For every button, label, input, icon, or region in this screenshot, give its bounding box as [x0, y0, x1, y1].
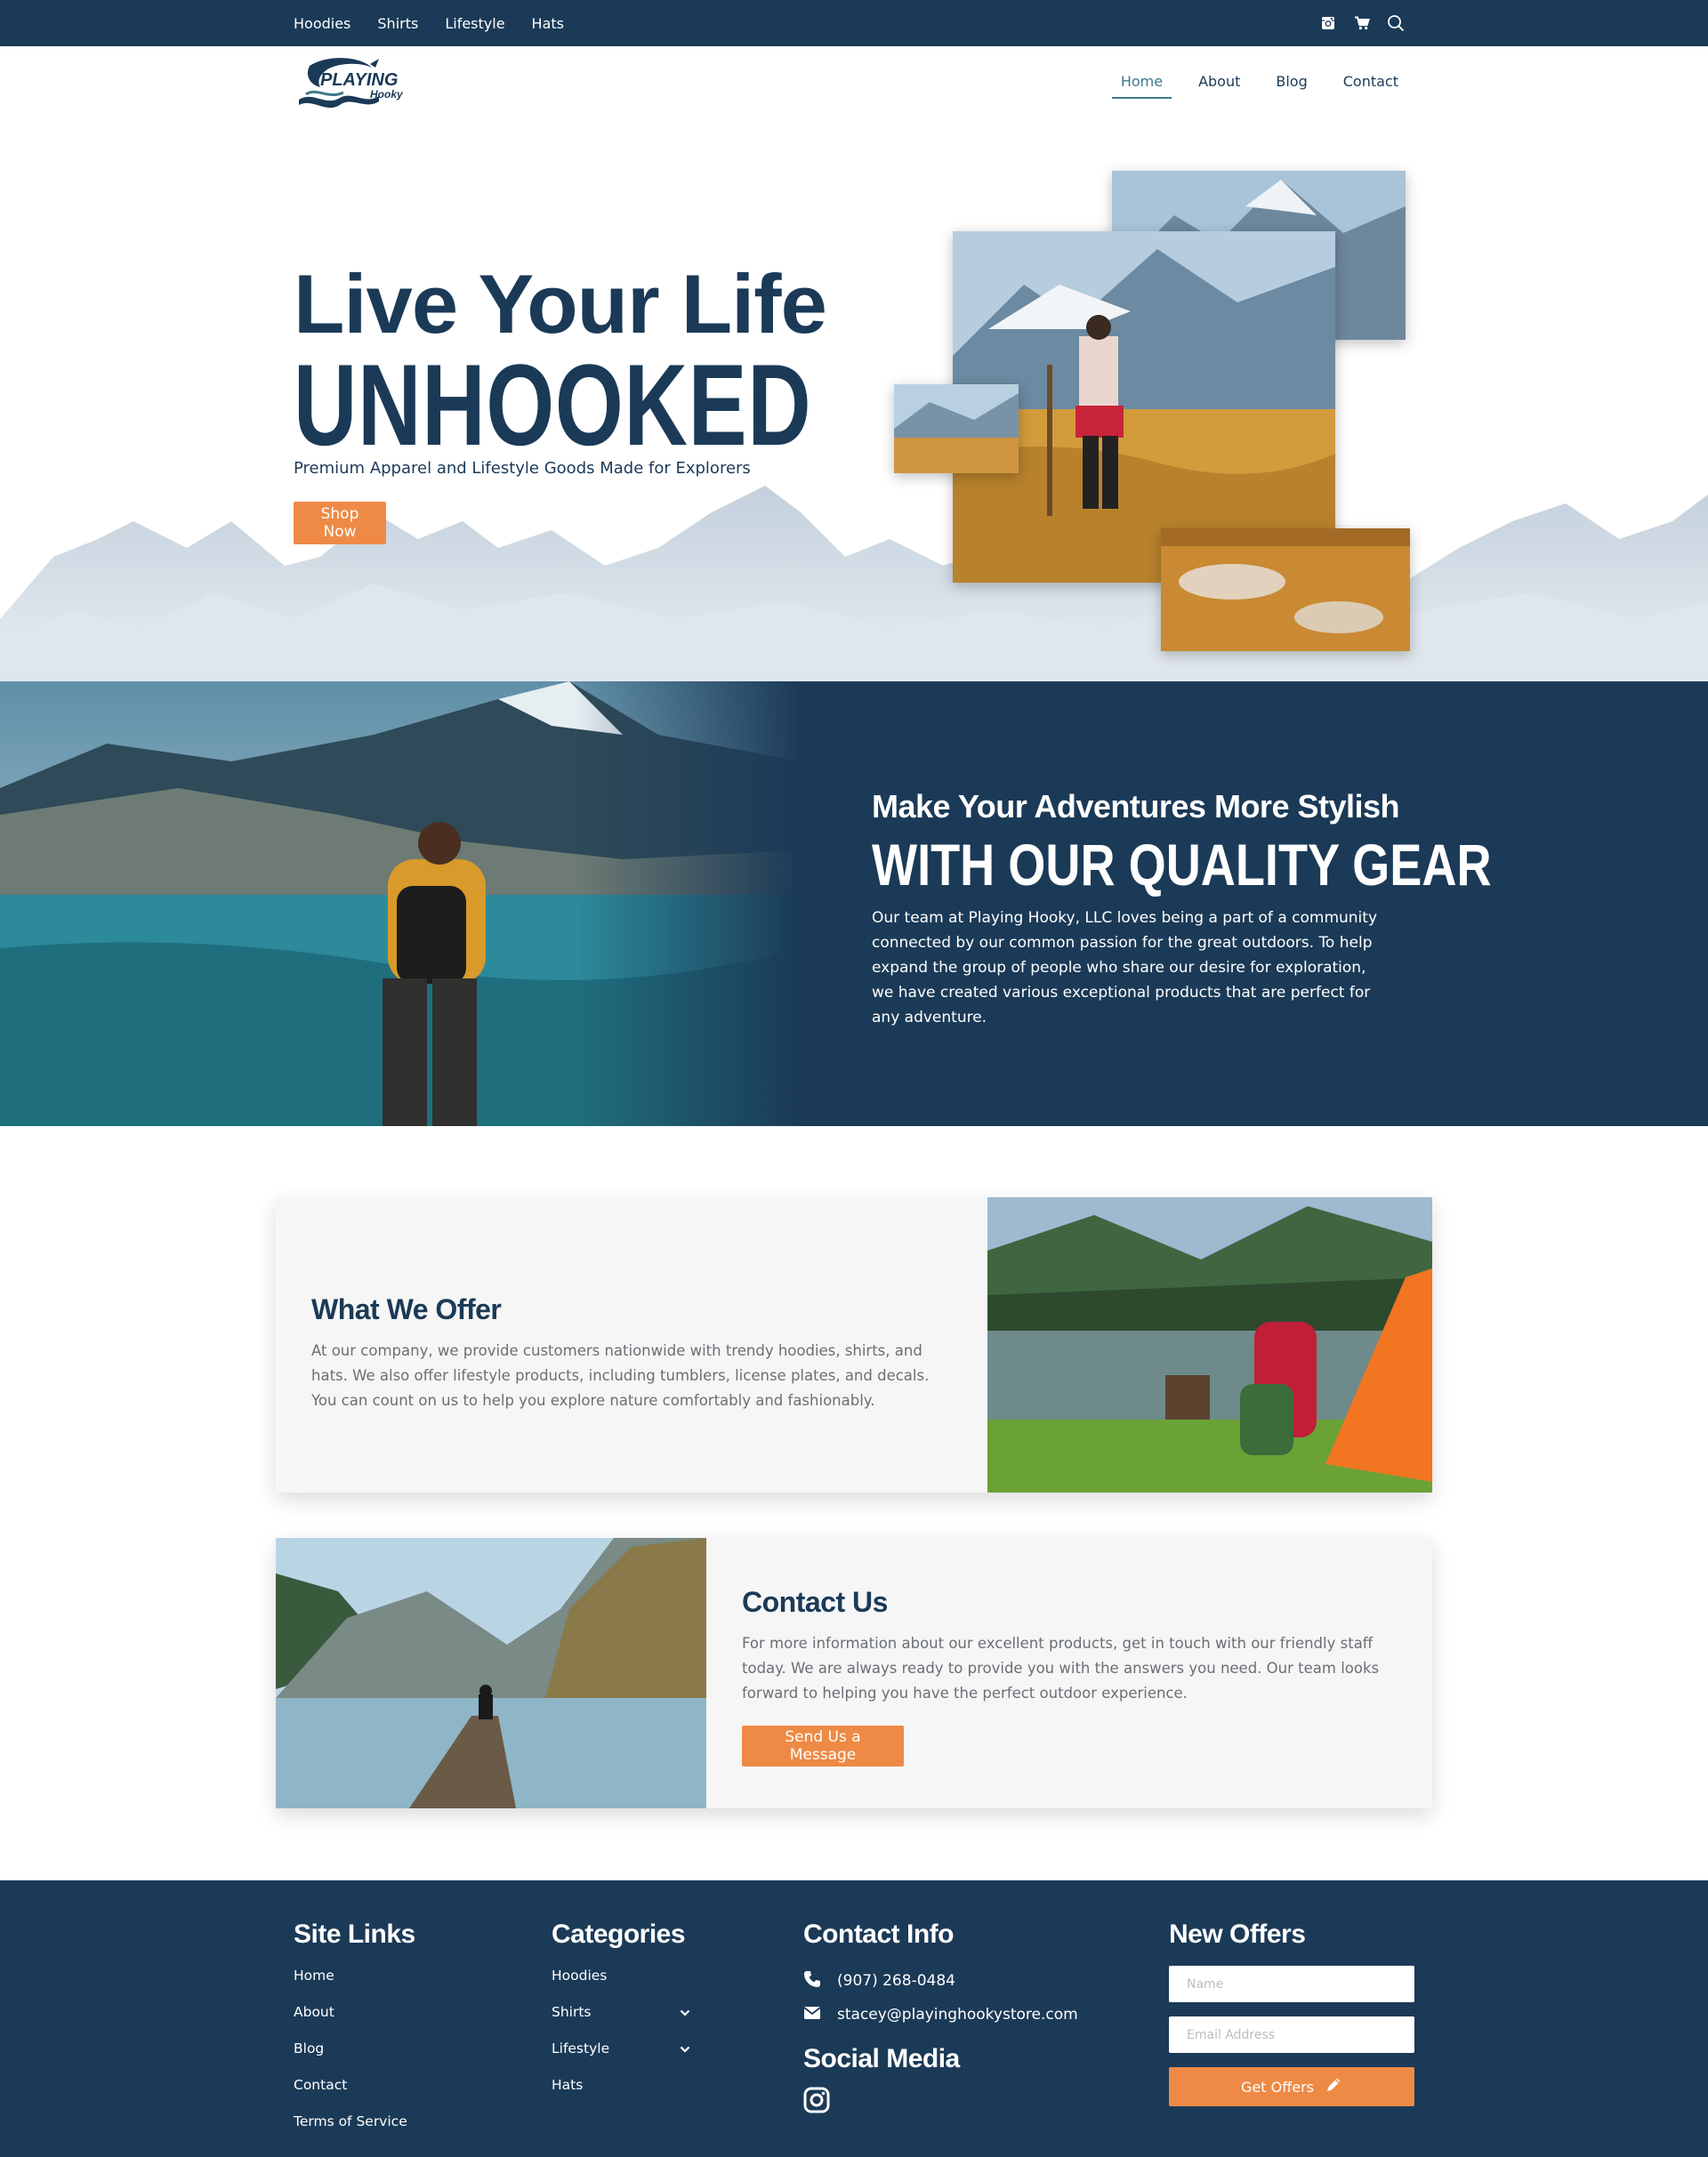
site-footer: Site Links Home About Blog Contact Terms…: [0, 1880, 1708, 2157]
collage-tile-ground: [1161, 528, 1410, 651]
footer-cat-hats[interactable]: Hats: [552, 2077, 690, 2113]
topnav-hoodies[interactable]: Hoodies: [294, 15, 350, 32]
collage-tile-meadow: [894, 384, 1019, 473]
footer-cat-label: Hats: [552, 2077, 584, 2093]
adventure-band: Make Your Adventures More Stylish WITH O…: [0, 681, 1708, 1126]
dock-lake-photo: [276, 1538, 706, 1808]
footer-site-links: Site Links Home About Blog Contact Terms…: [294, 1920, 415, 2150]
footer-link-terms[interactable]: Terms of Service: [294, 2113, 415, 2150]
main-nav: Home About Blog Contact: [1111, 66, 1407, 99]
nav-contact[interactable]: Contact: [1334, 66, 1407, 99]
footer-cat-label: Lifestyle: [552, 2040, 610, 2056]
hero-section: Live Your Life UNHOOKED Premium Apparel …: [0, 125, 1708, 681]
contact-text: Contact Us For more information about ou…: [742, 1586, 1400, 1767]
new-offers-title: New Offers: [1169, 1920, 1306, 1949]
nav-blog[interactable]: Blog: [1267, 66, 1316, 99]
topbar-icons: [1318, 0, 1406, 46]
contact-body: For more information about our excellent…: [742, 1635, 1380, 1702]
contact-title: Contact Us: [742, 1586, 888, 1618]
what-we-offer-card: What We Offer At our company, we provide…: [276, 1197, 1432, 1493]
social-media-title: Social Media: [803, 2044, 960, 2073]
footer-cat-lifestyle[interactable]: Lifestyle: [552, 2040, 690, 2077]
topnav-shirts[interactable]: Shirts: [377, 15, 418, 32]
footer-phone[interactable]: (907) 268-0484: [803, 1964, 1078, 1998]
hero-mountain-backdrop: [0, 486, 1708, 681]
phone-icon: [803, 1970, 821, 1992]
top-utility-bar: Hoodies Shirts Lifestyle Hats: [0, 0, 1708, 46]
hero-title-line2: UNHOOKED: [294, 340, 812, 470]
email-icon: [803, 2006, 821, 2024]
footer-email[interactable]: stacey@playinghookystore.com: [803, 1998, 1078, 2032]
footer-link-blog[interactable]: Blog: [294, 2040, 415, 2077]
nav-about[interactable]: About: [1189, 66, 1249, 99]
svg-text:PLAYING: PLAYING: [320, 70, 398, 90]
lake-hiker-photo: [0, 681, 801, 1126]
svg-text:Hooky: Hooky: [370, 88, 404, 101]
search-icon[interactable]: [1386, 13, 1406, 33]
offer-body: At our company, we provide customers nat…: [311, 1342, 930, 1409]
topnav-hats[interactable]: Hats: [532, 15, 564, 32]
footer-cat-shirts[interactable]: Shirts: [552, 2004, 690, 2040]
shop-now-button[interactable]: Shop Now: [294, 502, 386, 544]
chevron-down-icon[interactable]: [680, 2004, 690, 2020]
footer-cat-label: Hoodies: [552, 1968, 608, 1984]
band-heading: Make Your Adventures More Stylish: [872, 788, 1400, 825]
band-body: Our team at Playing Hooky, LLC loves bei…: [872, 909, 1378, 1026]
site-logo[interactable]: PLAYING Hooky: [294, 55, 418, 114]
site-links-title: Site Links: [294, 1920, 415, 1949]
contact-info-title: Contact Info: [803, 1920, 954, 1949]
footer-cat-hoodies[interactable]: Hoodies: [552, 1968, 690, 2004]
topnav-lifestyle[interactable]: Lifestyle: [445, 15, 504, 32]
name-field[interactable]: [1169, 1966, 1414, 2002]
contact-us-card: Contact Us For more information about ou…: [276, 1538, 1432, 1808]
email-text: stacey@playinghookystore.com: [837, 2006, 1078, 2024]
get-offers-button[interactable]: Get Offers: [1169, 2067, 1414, 2106]
instagram-icon[interactable]: [1318, 13, 1338, 33]
footer-cat-label: Shirts: [552, 2004, 592, 2020]
pencil-icon: [1325, 2076, 1342, 2097]
footer-link-home[interactable]: Home: [294, 1968, 415, 2004]
footer-categories: Categories Hoodies Shirts Lifestyle Hats: [552, 1920, 690, 2113]
instagram-icon[interactable]: [803, 2087, 1078, 2117]
footer-link-about[interactable]: About: [294, 2004, 415, 2040]
phone-text: (907) 268-0484: [837, 1972, 955, 1990]
categories-title: Categories: [552, 1920, 686, 1949]
offers-form: Get Offers: [1169, 1966, 1414, 2106]
footer-contact-info: Contact Info (907) 268-0484 stacey@playi…: [803, 1920, 1078, 2117]
footer-link-contact[interactable]: Contact: [294, 2077, 415, 2113]
band-heading-big: WITH OUR QUALITY GEAR: [872, 832, 1492, 897]
hero-subtitle: Premium Apparel and Lifestyle Goods Made…: [294, 459, 751, 478]
send-message-button[interactable]: Send Us a Message: [742, 1726, 904, 1767]
get-offers-label: Get Offers: [1241, 2078, 1314, 2096]
nav-home[interactable]: Home: [1111, 66, 1172, 99]
footer-new-offers: New Offers Get Offers: [1169, 1920, 1414, 2106]
email-field[interactable]: [1169, 2016, 1414, 2053]
category-nav: Hoodies Shirts Lifestyle Hats: [294, 0, 564, 46]
offer-text: What We Offer At our company, we provide…: [311, 1293, 952, 1413]
offer-title: What We Offer: [311, 1293, 502, 1325]
camp-tent-photo: [987, 1197, 1432, 1493]
cart-icon[interactable]: [1352, 13, 1372, 33]
site-header: PLAYING Hooky Home About Blog Contact: [0, 46, 1708, 125]
hero-photo-collage: [894, 171, 1410, 669]
chevron-down-icon[interactable]: [680, 2040, 690, 2056]
